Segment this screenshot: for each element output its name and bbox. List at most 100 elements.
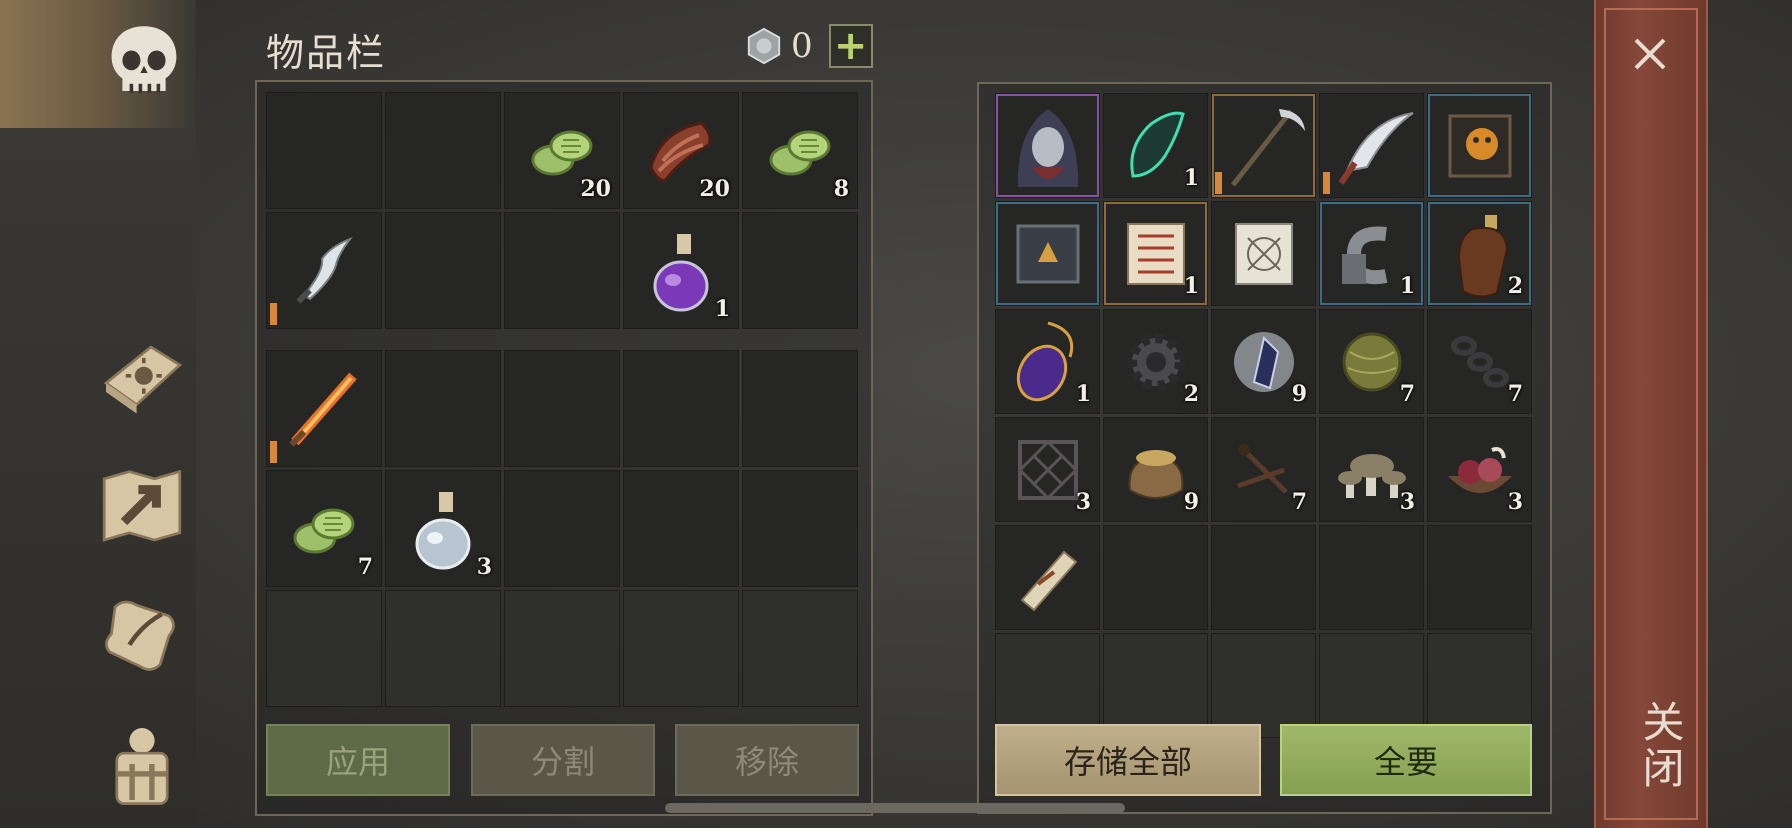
- inventory-slot[interactable]: [266, 350, 382, 467]
- inventory-slot-empty[interactable]: [623, 350, 739, 467]
- item-count: 3: [1507, 489, 1523, 515]
- item-count: 7: [1507, 381, 1523, 407]
- close-label[interactable]: 关闭: [1630, 700, 1691, 792]
- storage-slot[interactable]: 1: [1319, 201, 1424, 306]
- storage-slot-empty[interactable]: [1103, 525, 1208, 630]
- storage-slot-empty[interactable]: [995, 633, 1100, 738]
- item-count: 20: [699, 176, 730, 202]
- storage-slot[interactable]: 9: [1211, 309, 1316, 414]
- storage-slot[interactable]: 3: [995, 417, 1100, 522]
- durability-bar: [1215, 172, 1222, 194]
- horizontal-scrollbar[interactable]: [665, 803, 1125, 813]
- item-count: 7: [357, 554, 373, 580]
- item-count: 9: [1183, 489, 1199, 515]
- storage-slot-empty[interactable]: [1211, 525, 1316, 630]
- item-count: 3: [476, 554, 492, 580]
- currency-display: 0 +: [745, 24, 873, 68]
- durability-bar: [270, 441, 277, 463]
- inventory-slot-empty[interactable]: [742, 350, 858, 467]
- storage-slot[interactable]: 1: [1103, 93, 1208, 198]
- durability-bar: [270, 303, 277, 325]
- inventory-slot-empty[interactable]: [504, 350, 620, 467]
- inventory-title: 物品栏: [266, 31, 387, 75]
- item-count: 2: [1507, 273, 1523, 299]
- storage-slot[interactable]: 1: [1103, 201, 1208, 306]
- map-arrow-icon[interactable]: [94, 456, 190, 552]
- storage-slot[interactable]: [995, 525, 1100, 630]
- item-count: 7: [1291, 489, 1307, 515]
- item-count: 9: [1291, 381, 1307, 407]
- inventory-slot-empty[interactable]: [623, 590, 739, 707]
- storage-slot[interactable]: 3: [1319, 417, 1424, 522]
- remove-button[interactable]: 移除: [675, 724, 859, 796]
- add-currency-button[interactable]: +: [828, 24, 873, 68]
- inventory-slot-empty[interactable]: [742, 212, 858, 329]
- storage-slot[interactable]: 1: [995, 309, 1100, 414]
- inventory-slot-empty[interactable]: [623, 470, 739, 587]
- storage-slot[interactable]: 7: [1211, 417, 1316, 522]
- storage-slot[interactable]: [995, 201, 1100, 306]
- inventory-slot-empty[interactable]: [504, 590, 620, 707]
- storage-slot[interactable]: 2: [1103, 309, 1208, 414]
- inventory-slot-empty[interactable]: [385, 92, 501, 209]
- item-count: 2: [1183, 381, 1199, 407]
- inventory-grid-bottom: 73: [266, 350, 858, 707]
- inventory-slot[interactable]: 7: [266, 470, 382, 587]
- inventory-grid-top: 20 20 8 1: [266, 92, 858, 329]
- inventory-slot-empty[interactable]: [504, 470, 620, 587]
- inventory-slot[interactable]: [266, 212, 382, 329]
- inventory-slot[interactable]: 20: [623, 92, 739, 209]
- sidebar-active-tab[interactable]: [0, 0, 196, 128]
- storage-slot[interactable]: [1211, 201, 1316, 306]
- inventory-slot-empty[interactable]: [385, 350, 501, 467]
- storage-slot-empty[interactable]: [1319, 633, 1424, 738]
- take-all-button[interactable]: 全要: [1280, 724, 1532, 796]
- storage-slot[interactable]: 7: [1319, 309, 1424, 414]
- item-count: 7: [1399, 381, 1415, 407]
- storage-slot-empty[interactable]: [1319, 525, 1424, 630]
- storage-slot[interactable]: 7: [1427, 309, 1532, 414]
- inventory-slot[interactable]: 8: [742, 92, 858, 209]
- inventory-slot-empty[interactable]: [742, 470, 858, 587]
- storage-slot-empty[interactable]: [1211, 633, 1316, 738]
- storage-slot[interactable]: [1319, 93, 1424, 198]
- close-icon[interactable]: [1630, 34, 1670, 74]
- durability-bar: [1323, 172, 1330, 194]
- inventory-slot-empty[interactable]: [742, 590, 858, 707]
- storage-slot[interactable]: 3: [1427, 417, 1532, 522]
- scroll-quill-icon[interactable]: [94, 586, 190, 682]
- item-count: 3: [1399, 489, 1415, 515]
- apply-button[interactable]: 应用: [266, 724, 450, 796]
- item-count: 1: [1399, 273, 1415, 299]
- storage-slot-empty[interactable]: [1427, 525, 1532, 630]
- storage-slot[interactable]: [1211, 93, 1316, 198]
- inventory-slot[interactable]: 3: [385, 470, 501, 587]
- item-count: 3: [1075, 489, 1091, 515]
- storage-slot[interactable]: [995, 93, 1100, 198]
- inventory-slot-empty[interactable]: [385, 590, 501, 707]
- inventory-slot-empty[interactable]: [385, 212, 501, 329]
- sun-book-icon[interactable]: [94, 326, 190, 422]
- storage-slot[interactable]: 2: [1427, 201, 1532, 306]
- split-button[interactable]: 分割: [471, 724, 655, 796]
- storage-slot[interactable]: 9: [1103, 417, 1208, 522]
- inventory-slot-empty[interactable]: [266, 92, 382, 209]
- storage-grid: 1 1 1 2 1 2 9 7 7 3 9 7 3 3: [995, 93, 1532, 738]
- storage-slot-empty[interactable]: [1103, 633, 1208, 738]
- item-count: 1: [1183, 165, 1199, 191]
- inventory-slot-empty[interactable]: [504, 212, 620, 329]
- storage-slot-empty[interactable]: [1427, 633, 1532, 738]
- skull-icon: [96, 16, 192, 112]
- silver-coin-icon: [747, 27, 781, 65]
- item-count: 1: [1183, 273, 1199, 299]
- currency-value: 0: [791, 26, 813, 66]
- storage-slot[interactable]: [1427, 93, 1532, 198]
- inventory-slot[interactable]: 20: [504, 92, 620, 209]
- backpack-icon[interactable]: [94, 716, 190, 812]
- inventory-slot-empty[interactable]: [266, 590, 382, 707]
- item-count: 8: [833, 176, 849, 202]
- inventory-slot[interactable]: 1: [623, 212, 739, 329]
- item-count: 20: [580, 176, 611, 202]
- item-count: 1: [714, 296, 730, 322]
- store-all-button[interactable]: 存储全部: [995, 724, 1261, 796]
